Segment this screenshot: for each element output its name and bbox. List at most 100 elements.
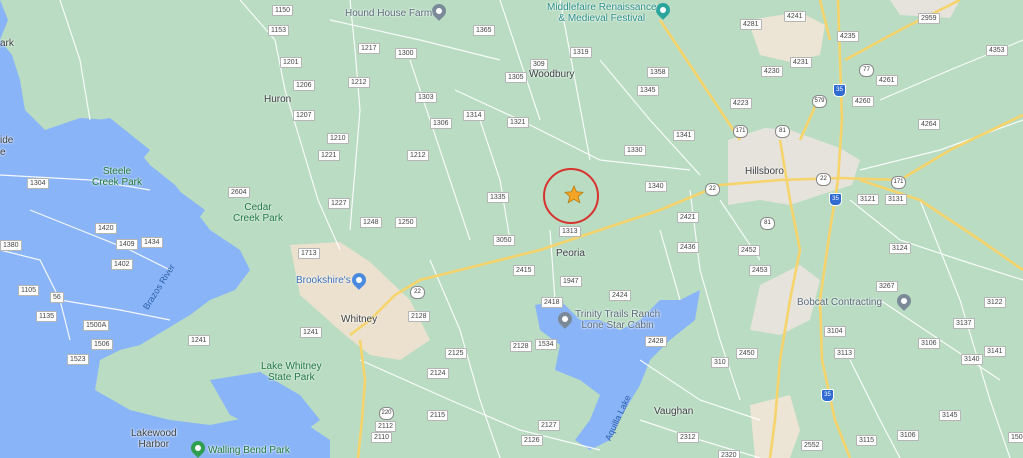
road-shield: 1534 — [535, 339, 557, 350]
road-shield: 3140 — [961, 354, 983, 365]
road-shield: 1713 — [298, 248, 320, 259]
interstate-35-shield: 35 — [829, 193, 842, 206]
road-shield: 1319 — [570, 47, 592, 58]
road-shield: 4230 — [761, 66, 783, 77]
road-shield: 2552 — [801, 440, 823, 451]
road-shield: 56 — [50, 292, 64, 303]
road-shield: 1241 — [300, 327, 322, 338]
road-shield: 1380 — [0, 240, 22, 251]
road-shield: 1300 — [395, 48, 417, 59]
town-peoria[interactable]: Peoria — [556, 248, 585, 259]
route-shield: 171 — [891, 176, 906, 189]
poi-hound-house-farm[interactable]: Hound House Farm — [345, 8, 432, 19]
route-shield: 77 — [859, 64, 874, 77]
poi-brookshires[interactable]: Brookshire's — [296, 275, 351, 286]
road-shield: 1321 — [507, 117, 529, 128]
road-shield: 2436 — [677, 242, 699, 253]
road-shield: 3122 — [984, 297, 1006, 308]
road-shield: 1500 — [1008, 432, 1023, 443]
interstate-35-shield: 35 — [821, 389, 834, 402]
park-steele-creek[interactable]: Steele Creek Park — [92, 166, 142, 188]
road-shield: 2453 — [749, 265, 771, 276]
road-shield: 2110 — [371, 432, 393, 443]
road-shield: 1409 — [116, 239, 138, 250]
road-shield: 2115 — [427, 410, 449, 421]
map-canvas[interactable]: Hillsboro Whitney Peoria Woodbury Huron … — [0, 0, 1023, 458]
road-shield: 2421 — [677, 212, 699, 223]
road-shield: 1135 — [36, 311, 58, 322]
road-shield: 3131 — [885, 194, 907, 205]
route-shield: 579 — [812, 95, 827, 108]
road-shield: 4223 — [730, 98, 752, 109]
edge-label-3: ark — [0, 38, 14, 49]
road-shield: 1335 — [487, 192, 509, 203]
road-shield: 4261 — [876, 75, 898, 86]
hwy-22-south — [356, 339, 367, 458]
road-shield: 3121 — [857, 194, 879, 205]
road-shield: 310 — [711, 357, 729, 368]
town-whitney[interactable]: Whitney — [341, 314, 377, 325]
hwy-171 — [658, 19, 742, 141]
road-shield: 1212 — [407, 150, 429, 161]
road-shield: 3050 — [493, 235, 515, 246]
park-lake-whitney-state[interactable]: Lake Whitney State Park — [261, 361, 322, 383]
route-shield: 22 — [705, 183, 720, 196]
town-huron[interactable]: Huron — [264, 94, 291, 105]
road-shield: 2112 — [375, 421, 397, 432]
poi-middlefaire[interactable]: Middlefaire Renaissance & Medieval Festi… — [547, 2, 657, 24]
town-vaughan[interactable]: Vaughan — [654, 406, 693, 417]
road-shield: 3137 — [953, 318, 975, 329]
road-shield: 3141 — [984, 346, 1006, 357]
road-shield: 4231 — [790, 57, 812, 68]
poi-walling-bend-park[interactable]: Walling Bend Park — [208, 445, 290, 456]
road-shield: 3115 — [856, 435, 878, 446]
park-cedar-creek[interactable]: Cedar Creek Park — [233, 202, 283, 224]
road-shield: 1248 — [360, 217, 382, 228]
road-shield: 2452 — [738, 245, 760, 256]
road-shield: 4353 — [986, 45, 1008, 56]
road-shield: 1314 — [463, 110, 485, 121]
road-shield: 1420 — [95, 223, 117, 234]
town-hillsboro[interactable]: Hillsboro — [745, 166, 784, 177]
road-shield: 1500A — [83, 320, 110, 331]
road-shield: 1306 — [430, 118, 452, 129]
road-shield: 2126 — [521, 435, 543, 446]
road-shield: 1250 — [395, 217, 417, 228]
road-shield: 1506 — [91, 339, 113, 350]
edge-label-2: e — [0, 147, 6, 158]
road-shield: 3106 — [897, 430, 919, 441]
road-shield: 3124 — [889, 243, 911, 254]
road-shield: 1402 — [111, 259, 133, 270]
interstate-35-shield: 35 — [833, 84, 846, 97]
road-shield: 1330 — [624, 145, 646, 156]
road-shield: 1340 — [645, 181, 667, 192]
location-star — [564, 185, 584, 204]
road-shield: 1341 — [673, 130, 695, 141]
poi-trinity-trails[interactable]: Trinity Trails Ranch Lone Star Cabin — [575, 309, 660, 331]
road-shield: 1434 — [141, 237, 163, 248]
road-shield: 1217 — [358, 43, 380, 54]
road-shield: 2418 — [541, 297, 563, 308]
road-shield: 4260 — [852, 96, 874, 107]
route-shield: 22 — [816, 173, 831, 186]
town-lakewood-harbor[interactable]: Lakewood Harbor — [131, 428, 177, 450]
road-shield: 2128 — [510, 341, 532, 352]
road-shield: 1206 — [293, 80, 315, 91]
road-shield: 2604 — [228, 187, 250, 198]
road-shield: 1150 — [272, 5, 294, 16]
road-shield: 1313 — [559, 226, 581, 237]
road-shield: 1153 — [268, 25, 290, 36]
road-shield: 2959 — [918, 13, 940, 24]
road-shield: 4264 — [918, 119, 940, 130]
road-shield: 1365 — [473, 25, 495, 36]
poi-bobcat-contracting[interactable]: Bobcat Contracting — [797, 297, 882, 308]
road-shield: 2312 — [677, 432, 699, 443]
road-shield: 2127 — [538, 420, 560, 431]
route-22-shield: 22 — [410, 286, 425, 299]
road-shield: 2450 — [736, 348, 758, 359]
road-shield: 2124 — [427, 368, 449, 379]
road-shield: 1105 — [18, 285, 40, 296]
road-shield: 2415 — [513, 265, 535, 276]
town-woodbury[interactable]: Woodbury — [529, 69, 574, 80]
route-shield: 81 — [775, 125, 790, 138]
